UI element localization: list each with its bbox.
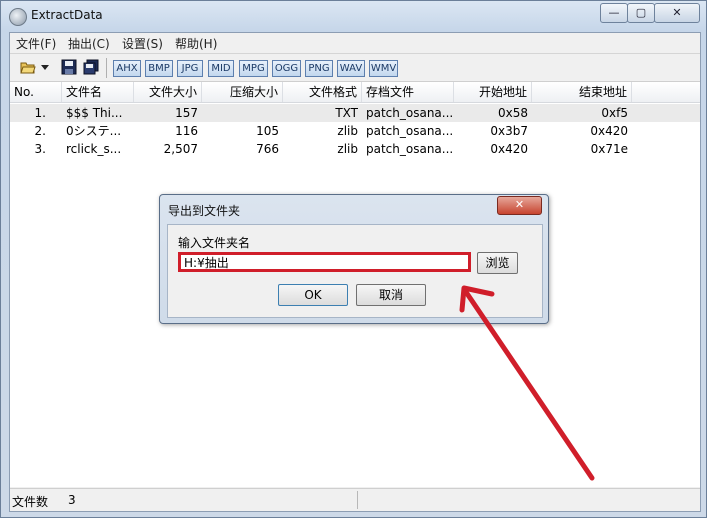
annotation-arrow-icon — [459, 285, 595, 481]
